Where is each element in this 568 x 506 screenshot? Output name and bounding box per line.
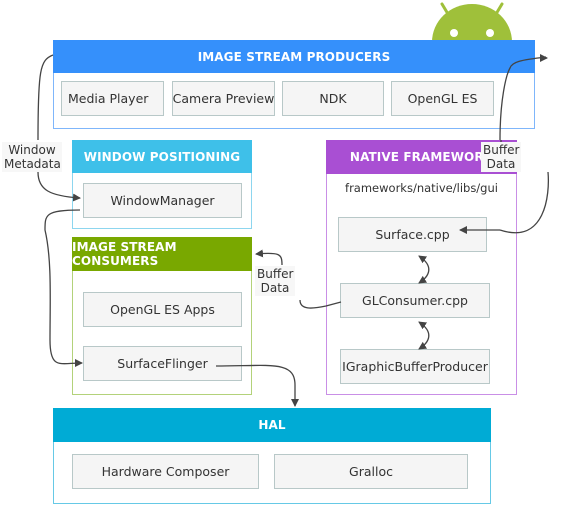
glconsumer-igbp-arrow	[418, 321, 430, 350]
buffer-data-middle-arrow	[255, 249, 283, 266]
window-metadata-arrow	[37, 54, 80, 198]
surfaceflinger-hal-arrow	[215, 364, 299, 407]
window-metadata-label: Window Metadata	[2, 142, 62, 172]
diagram: IMAGE STREAM PRODUCERS Media Player Came…	[0, 0, 568, 506]
arrows	[37, 54, 549, 407]
wm-to-surfaceflinger-arrow	[44, 209, 83, 368]
surface-glconsumer-arrow	[418, 255, 430, 284]
buffer-data-middle-label: Buffer Data	[255, 266, 295, 296]
buffer-data-right-label: Buffer Data	[481, 142, 521, 172]
